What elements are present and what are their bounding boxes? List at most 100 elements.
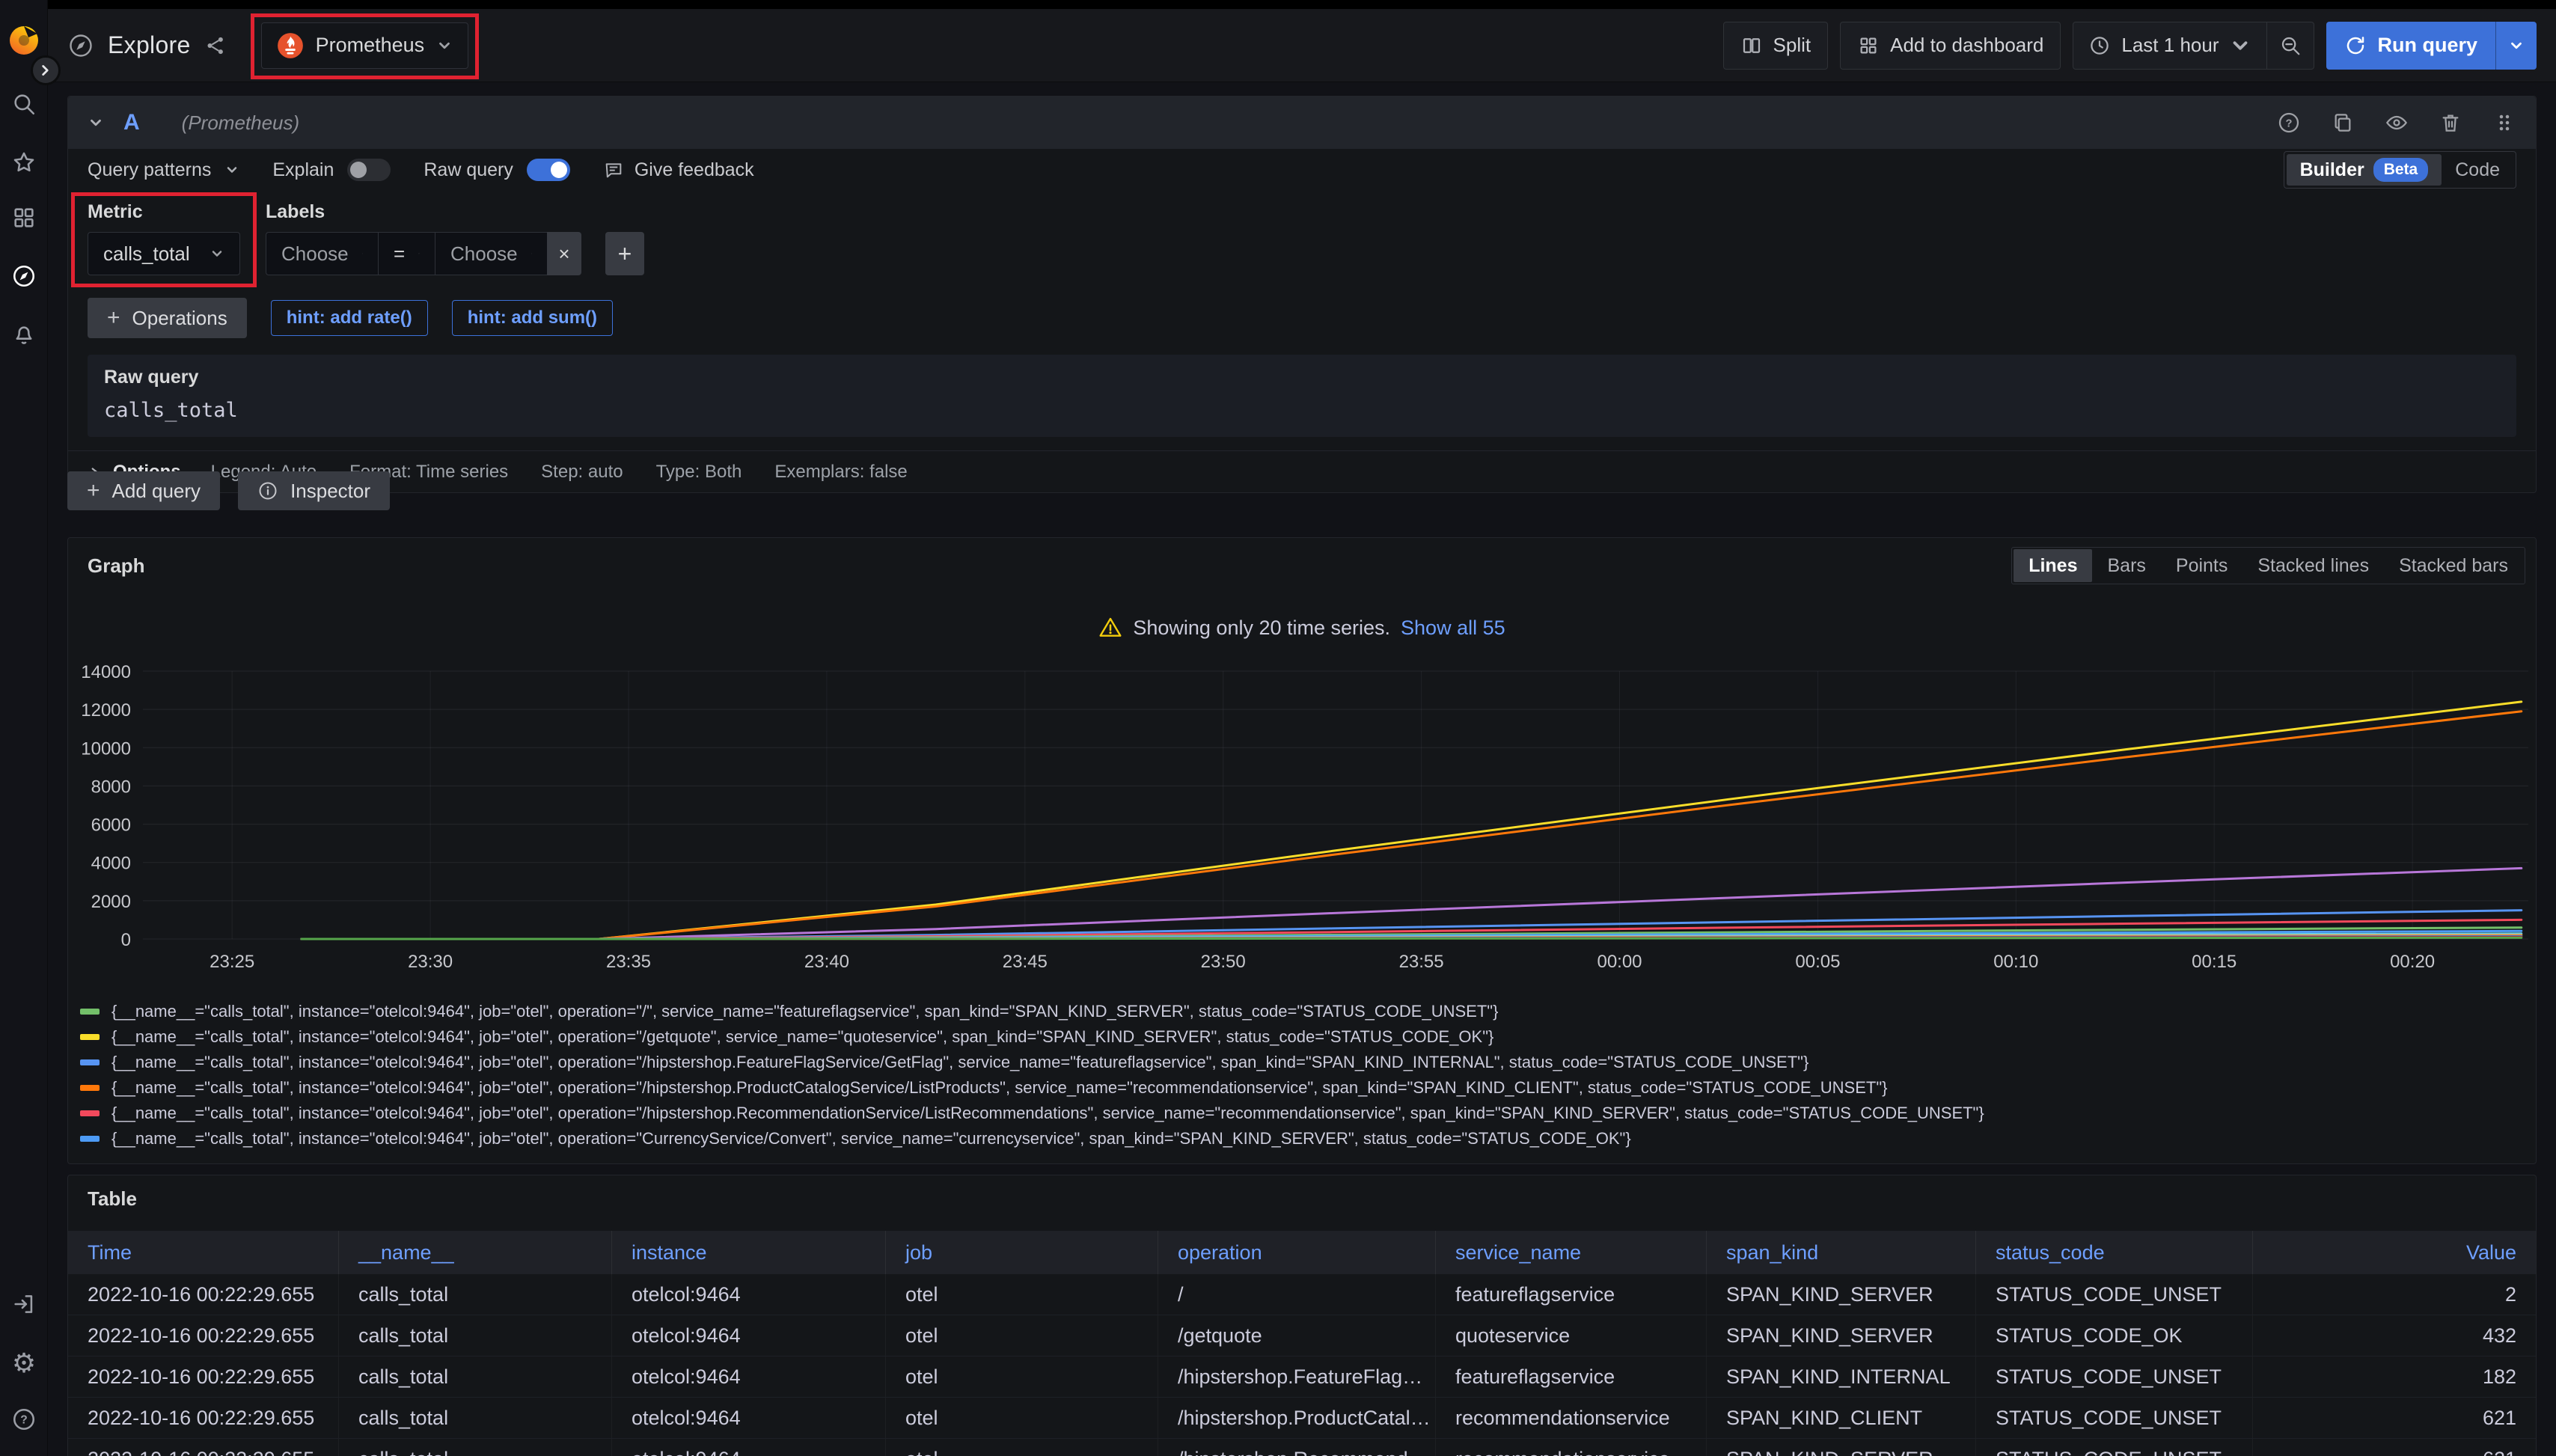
graph-mode-stacked-lines[interactable]: Stacked lines: [2242, 549, 2384, 582]
graph-mode-lines[interactable]: Lines: [2014, 549, 2092, 582]
time-range-button[interactable]: Last 1 hour: [2073, 22, 2266, 69]
legend-item[interactable]: {__name__="calls_total", instance="otelc…: [80, 1101, 2525, 1126]
add-label-filter-button[interactable]: +: [605, 232, 644, 275]
grafana-logo[interactable]: [6, 21, 42, 57]
table-row[interactable]: 2022-10-16 00:22:29.655calls_totalotelco…: [68, 1315, 2536, 1356]
hint-add-rate-button[interactable]: hint: add rate(): [271, 300, 428, 336]
add-operation-button[interactable]: + Operations: [88, 298, 247, 338]
raw-query-toggle[interactable]: [527, 159, 570, 181]
table-cell: otelcol:9464: [612, 1398, 886, 1438]
give-feedback-label: Give feedback: [635, 159, 754, 181]
run-query-button[interactable]: Run query: [2326, 22, 2495, 70]
table-column-header[interactable]: instance: [612, 1231, 886, 1274]
eye-icon[interactable]: [2385, 111, 2409, 135]
add-query-button[interactable]: + Add query: [67, 471, 220, 510]
metric-select[interactable]: calls_total: [88, 232, 240, 275]
datasource-picker[interactable]: Prometheus: [261, 22, 469, 69]
sidebar-dashboards-button[interactable]: [0, 205, 48, 230]
query-row-header[interactable]: A (Prometheus) ?: [68, 97, 2536, 149]
share-icon[interactable]: [204, 34, 227, 57]
run-query-dropdown[interactable]: [2495, 22, 2537, 70]
legend-item[interactable]: {__name__="calls_total", instance="otelc…: [80, 1050, 2525, 1075]
add-to-dashboard-button[interactable]: Add to dashboard: [1840, 22, 2061, 70]
table-cell: otel: [886, 1356, 1158, 1397]
x-axis-tick: 00:20: [2390, 952, 2435, 972]
zoom-out-icon: [2279, 34, 2302, 57]
table-column-header[interactable]: job: [886, 1231, 1158, 1274]
legend-item[interactable]: {__name__="calls_total", instance="otelc…: [80, 1024, 2525, 1050]
give-feedback-link[interactable]: Give feedback: [603, 159, 754, 181]
table-cell: 2022-10-16 00:22:29.655: [68, 1439, 339, 1456]
table-column-header[interactable]: __name__: [339, 1231, 612, 1274]
x-axis-labels: 23:2523:3023:3523:4023:4523:5023:5500:00…: [210, 952, 2435, 972]
datasource-name: Prometheus: [316, 34, 425, 57]
sidebar-settings-button[interactable]: ⚙: [0, 1350, 48, 1377]
table-cell: SPAN_KIND_SERVER: [1707, 1439, 1976, 1456]
hint-add-sum-button[interactable]: hint: add sum(): [452, 300, 613, 336]
table-column-header[interactable]: Time: [68, 1231, 339, 1274]
x-axis-tick: 23:40: [804, 952, 849, 972]
legend-label: {__name__="calls_total", instance="otelc…: [111, 1053, 1809, 1072]
sidebar-alerting-button[interactable]: [0, 322, 48, 347]
table-cell: SPAN_KIND_SERVER: [1707, 1315, 1976, 1356]
chevron-down-icon: [362, 246, 363, 261]
table-row[interactable]: 2022-10-16 00:22:29.655calls_totalotelco…: [68, 1439, 2536, 1456]
time-zoom-out-button[interactable]: [2266, 22, 2314, 69]
dashboard-grid-icon: [1857, 34, 1880, 57]
drag-handle-icon[interactable]: [2492, 111, 2516, 135]
table-cell: otelcol:9464: [612, 1439, 886, 1456]
builder-mode-tab[interactable]: Builder Beta: [2287, 154, 2442, 186]
table-column-header[interactable]: span_kind: [1707, 1231, 1976, 1274]
help-circle-icon[interactable]: ?: [2277, 111, 2301, 135]
sidebar-search-button[interactable]: [0, 91, 48, 117]
query-patterns-dropdown[interactable]: Query patterns: [88, 159, 239, 181]
trash-icon[interactable]: [2439, 111, 2462, 135]
gear-icon: ⚙: [12, 1350, 36, 1377]
table-cell: recommendationservice: [1436, 1439, 1707, 1456]
sidebar-starred-button[interactable]: [0, 150, 48, 175]
label-key-select[interactable]: Choose: [266, 232, 378, 275]
split-button[interactable]: Split: [1723, 22, 1829, 70]
legend-item[interactable]: {__name__="calls_total", instance="otelc…: [80, 999, 2525, 1024]
collapse-chevron-icon[interactable]: [88, 114, 104, 131]
legend-item[interactable]: {__name__="calls_total", instance="otelc…: [80, 1075, 2525, 1101]
series-line: [302, 702, 2522, 939]
table-cell: otelcol:9464: [612, 1274, 886, 1315]
table-cell: 432: [2253, 1315, 2536, 1356]
graph-mode-points[interactable]: Points: [2161, 549, 2242, 582]
graph-mode-bars[interactable]: Bars: [2092, 549, 2160, 582]
y-axis-tick: 4000: [91, 854, 131, 874]
table-column-header[interactable]: Value: [2253, 1231, 2536, 1274]
sidebar-help-button[interactable]: ?: [0, 1407, 48, 1432]
table-column-header[interactable]: service_name: [1436, 1231, 1707, 1274]
table-row[interactable]: 2022-10-16 00:22:29.655calls_totalotelco…: [68, 1274, 2536, 1315]
table-column-header[interactable]: operation: [1158, 1231, 1436, 1274]
table-cell: /hipstershop.RecommendationService/ListR…: [1158, 1439, 1436, 1456]
legend-item[interactable]: {__name__="calls_total", instance="otelc…: [80, 1126, 2525, 1151]
table-cell: /hipstershop.ProductCatalogService/ListP…: [1158, 1398, 1436, 1438]
sidebar-expand-button[interactable]: [31, 55, 61, 85]
raw-query-block: Raw query calls_total: [88, 355, 2516, 437]
duplicate-query-icon[interactable]: [2331, 111, 2355, 135]
table-row[interactable]: 2022-10-16 00:22:29.655calls_totalotelco…: [68, 1356, 2536, 1398]
raw-query-expression: calls_total: [104, 399, 2500, 422]
warning-text: Showing only 20 time series.: [1133, 617, 1390, 640]
legend-swatch: [80, 1136, 100, 1142]
show-all-series-link[interactable]: Show all 55: [1401, 617, 1505, 640]
sidebar-explore-button[interactable]: [0, 263, 48, 289]
table-row[interactable]: 2022-10-16 00:22:29.655calls_totalotelco…: [68, 1398, 2536, 1439]
x-axis-tick: 23:50: [1201, 952, 1246, 972]
label-value-select[interactable]: Choose: [435, 232, 547, 275]
code-mode-tab[interactable]: Code: [2442, 154, 2513, 186]
table-column-header[interactable]: status_code: [1976, 1231, 2253, 1274]
remove-label-filter-button[interactable]: ×: [547, 232, 581, 275]
sidebar-sign-in-button[interactable]: [0, 1291, 48, 1317]
table-cell: 2022-10-16 00:22:29.655: [68, 1356, 339, 1397]
y-axis-tick: 8000: [91, 777, 131, 797]
explain-toggle[interactable]: [347, 159, 391, 181]
label-operator-select[interactable]: =: [378, 232, 435, 275]
window-top-strip: [0, 0, 2556, 9]
inspector-button[interactable]: Inspector: [238, 471, 390, 510]
graph-mode-stacked-bars[interactable]: Stacked bars: [2384, 549, 2523, 582]
query-toolbar: Query patterns Explain Raw query Give fe…: [68, 149, 2536, 191]
